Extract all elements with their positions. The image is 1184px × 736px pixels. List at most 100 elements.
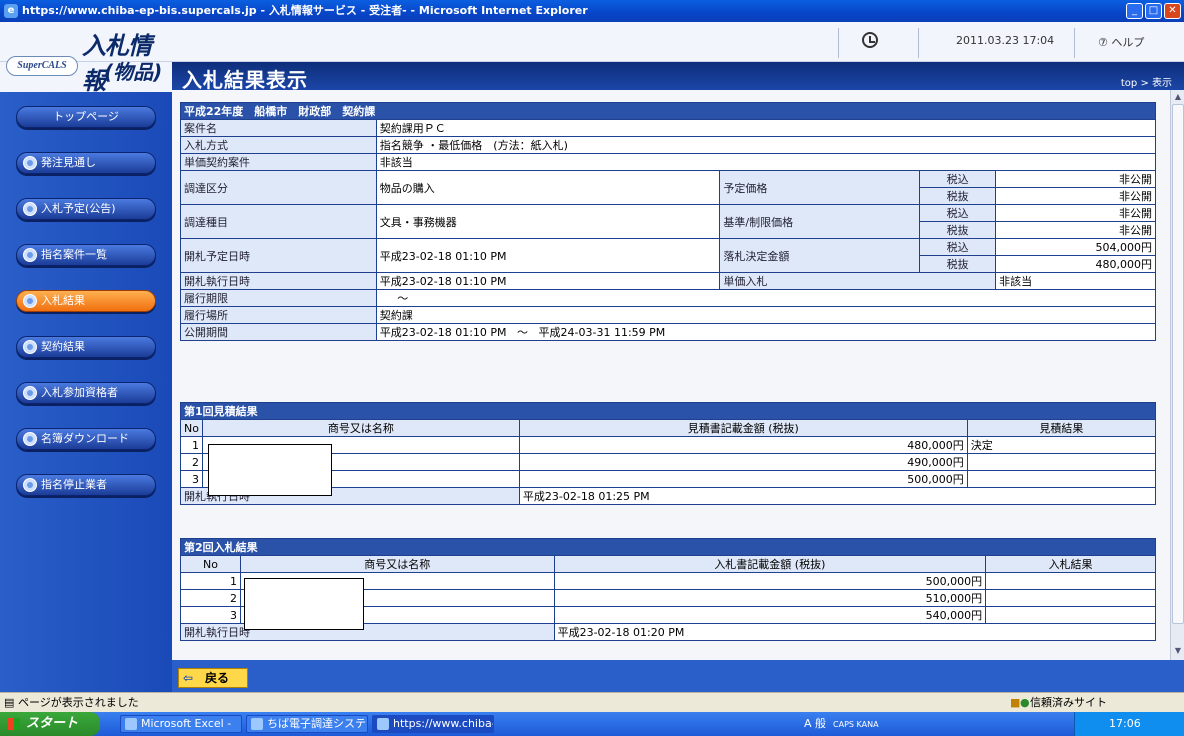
sidebar-item-contracts[interactable]: 契約結果 bbox=[16, 336, 156, 358]
limit-price-in: 非公開 bbox=[995, 204, 1156, 222]
close-button[interactable]: ✕ bbox=[1164, 3, 1181, 19]
scroll-up-icon[interactable]: ▲ bbox=[1173, 92, 1183, 102]
round1-header: 第1回見積結果 bbox=[180, 402, 1156, 420]
sidebar-item-label: 指名停止業者 bbox=[41, 478, 107, 491]
col-header: 入札書記載金額 (税抜) bbox=[553, 555, 987, 573]
help-icon: ⑦ bbox=[1098, 36, 1112, 49]
bullet-icon bbox=[23, 248, 37, 262]
unit-bid: 非該当 bbox=[995, 272, 1156, 290]
page-titlebar: 入札結果表示 top > 表示 bbox=[172, 62, 1184, 92]
help-label: ヘルプ bbox=[1111, 36, 1145, 49]
breadcrumb[interactable]: top > 表示 bbox=[1121, 74, 1172, 89]
taskbar-item-chiba[interactable]: ちば電子調達システム... bbox=[246, 715, 368, 733]
bullet-icon bbox=[23, 294, 37, 308]
excel-icon bbox=[125, 718, 137, 730]
public-period: 平成23-02-18 01:10 PM ～ 平成24-03-31 11:59 P… bbox=[375, 323, 1157, 341]
minimize-button[interactable]: _ bbox=[1126, 3, 1143, 19]
system-tray: 17:06 bbox=[1074, 712, 1184, 736]
sidebar-item-label: 発注見通し bbox=[41, 156, 96, 169]
label: 調達区分 bbox=[180, 170, 377, 205]
bullet-icon bbox=[23, 386, 37, 400]
status-message: ページが表示されました bbox=[18, 696, 139, 709]
open-plan: 平成23-02-18 01:10 PM bbox=[375, 238, 721, 273]
sidebar-item-qualified[interactable]: 入札参加資格者 bbox=[16, 382, 156, 404]
ime-toolbar[interactable]: A 般 CAPS KANA bbox=[804, 715, 974, 733]
col-header: No bbox=[180, 419, 203, 437]
scroll-down-icon[interactable]: ▼ bbox=[1173, 646, 1183, 656]
label: 税込 bbox=[919, 170, 997, 188]
sidebar-item-download[interactable]: 名簿ダウンロード bbox=[16, 428, 156, 450]
award-in: 504,000円 bbox=[995, 238, 1156, 256]
term: ～ bbox=[375, 289, 1157, 307]
planned-price-ex: 非公開 bbox=[995, 187, 1156, 205]
scroll-thumb[interactable] bbox=[1172, 104, 1184, 624]
unit-contract: 非該当 bbox=[375, 153, 1157, 171]
label: 調達種目 bbox=[180, 204, 377, 239]
round1-exec: 平成23-02-18 01:25 PM bbox=[518, 487, 1157, 505]
header-tools: 2011.03.23 17:04 ⑦ ヘルプ bbox=[838, 26, 1184, 60]
col-header: 見積結果 bbox=[966, 419, 1157, 437]
window-titlebar: e https://www.chiba-ep-bis.supercals.jp … bbox=[0, 0, 1184, 22]
summary-table: 平成22年度 船橋市 財政部 契約課 案件名 契約課用ＰＣ 入札方式 指名競争 ・最… bbox=[180, 102, 1157, 341]
sidebar-item-outlook[interactable]: 発注見通し bbox=[16, 152, 156, 174]
vertical-scrollbar[interactable]: ▲ ▼ bbox=[1170, 90, 1184, 660]
col-header: 商号又は名称 bbox=[201, 419, 520, 437]
back-bar: ⇦ 戻る bbox=[172, 660, 1184, 692]
round2-exec: 平成23-02-18 01:20 PM bbox=[553, 623, 1157, 641]
back-label: 戻る bbox=[205, 671, 230, 685]
taskbar-item-browser[interactable]: https://www.chiba-e... bbox=[372, 715, 494, 733]
bullet-icon bbox=[23, 340, 37, 354]
limit-price-ex: 非公開 bbox=[995, 221, 1156, 239]
sidebar-item-label: 入札参加資格者 bbox=[41, 386, 118, 399]
col-header: 商号又は名称 bbox=[239, 555, 555, 573]
sidebar-item-suspended[interactable]: 指名停止業者 bbox=[16, 474, 156, 496]
tray-clock[interactable]: 17:06 bbox=[1109, 717, 1141, 730]
windows-flag-icon bbox=[8, 718, 20, 730]
label: 単価入札 bbox=[719, 272, 997, 290]
label: 公開期間 bbox=[180, 323, 377, 341]
category: 物品の購入 bbox=[375, 170, 721, 205]
bullet-icon bbox=[23, 478, 37, 492]
supercals-badge: SuperCALS bbox=[6, 56, 78, 76]
place: 契約課 bbox=[375, 306, 1157, 324]
label: 予定価格 bbox=[719, 170, 921, 205]
lock-icon: ■ bbox=[1010, 696, 1021, 709]
sidebar-item-schedule[interactable]: 入札予定(公告) bbox=[16, 198, 156, 220]
label: 履行期限 bbox=[180, 289, 377, 307]
label: 税抜 bbox=[919, 187, 997, 205]
label: 開札予定日時 bbox=[180, 238, 377, 273]
label: 開札執行日時 bbox=[184, 626, 250, 639]
site-logo: SuperCALS 入札情報 (物品) bbox=[4, 26, 170, 95]
sidebar-item-label: 指名案件一覧 bbox=[41, 248, 107, 261]
label: 税込 bbox=[919, 238, 997, 256]
sidebar-item-results[interactable]: 入札結果 bbox=[16, 290, 156, 312]
col-header: 入札結果 bbox=[985, 555, 1156, 573]
label: 落札決定金額 bbox=[719, 238, 921, 273]
sidebar-item-label: 契約結果 bbox=[41, 340, 85, 353]
back-button[interactable]: ⇦ 戻る bbox=[178, 668, 248, 688]
label: 基準/制限価格 bbox=[719, 204, 921, 239]
label: 税抜 bbox=[919, 221, 997, 239]
sidebar-item-label: 入札予定(公告) bbox=[41, 202, 116, 215]
content-area[interactable]: 平成22年度 船橋市 財政部 契約課 案件名 契約課用ＰＣ 入札方式 指名競争 ・最… bbox=[172, 90, 1170, 660]
award-ex: 480,000円 bbox=[995, 255, 1156, 273]
sidebar-item-nominated[interactable]: 指名案件一覧 bbox=[16, 244, 156, 266]
start-button[interactable]: スタート bbox=[0, 712, 100, 736]
ie-icon: e bbox=[4, 4, 18, 18]
arrow-left-icon: ⇦ bbox=[183, 671, 194, 685]
sidebar-item-label: 名簿ダウンロード bbox=[41, 432, 129, 445]
maximize-button[interactable]: □ bbox=[1145, 3, 1162, 19]
ie-icon bbox=[251, 718, 263, 730]
label: 税抜 bbox=[919, 255, 997, 273]
label: 単価契約案件 bbox=[180, 153, 377, 171]
bullet-icon bbox=[23, 432, 37, 446]
logo-line2: (物品) bbox=[104, 60, 163, 84]
round2-header: 第2回入札結果 bbox=[180, 538, 1156, 556]
sidebar-item-top[interactable]: トップページ bbox=[16, 106, 156, 128]
security-zone: 信頼済みサイト bbox=[1030, 696, 1107, 709]
planned-price-in: 非公開 bbox=[995, 170, 1156, 188]
page-title: 入札結果表示 bbox=[182, 68, 308, 92]
help-link[interactable]: ⑦ ヘルプ bbox=[1098, 34, 1144, 50]
sidebar-item-label: トップページ bbox=[53, 110, 119, 123]
taskbar-item-excel[interactable]: Microsoft Excel - 受... bbox=[120, 715, 242, 733]
